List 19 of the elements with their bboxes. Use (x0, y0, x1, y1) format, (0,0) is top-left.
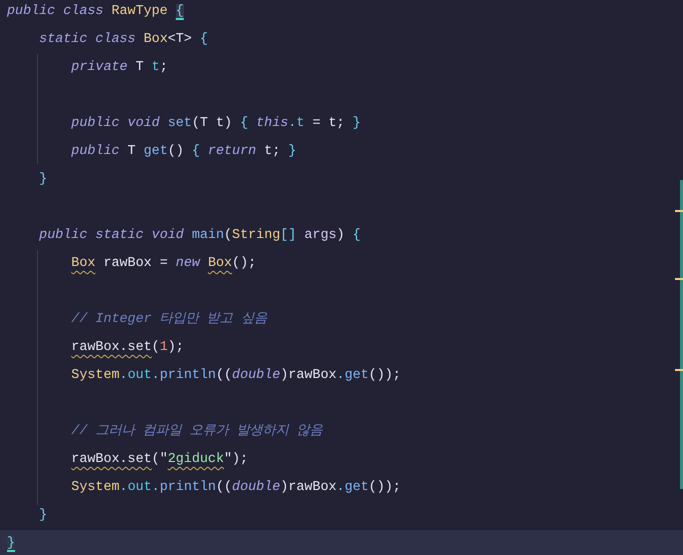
code-line: private T t; (70, 59, 168, 77)
code-line: public T get() { return t; } (70, 143, 296, 161)
code-line: // 그러나 컴파일 오류가 발생하지 않음 (70, 423, 323, 441)
warning-marker (675, 278, 683, 280)
code-line: System.out.println((double)rawBox.get()); (70, 479, 401, 497)
code-line: Box rawBox = new Box(); (70, 255, 256, 273)
code-line: rawBox.set("2giduck"); (70, 451, 248, 469)
code-line: } (38, 507, 48, 525)
warning-marker (675, 210, 683, 212)
code-line: public static void main(String[] args) { (38, 227, 361, 245)
code-line: System.out.println((double)rawBox.get()); (70, 367, 401, 385)
code-line: rawBox.set(1); (70, 339, 184, 357)
code-line: // Integer 타입만 받고 싶음 (70, 311, 267, 329)
code-line: } (38, 171, 48, 189)
code-line: public void set(T t) { this.t = t; } (70, 115, 361, 133)
warning-marker (675, 369, 683, 371)
scrollbar[interactable] (680, 180, 683, 489)
code-line: static class Box<T> { (38, 31, 208, 49)
code-line: public class RawType { (7, 3, 184, 21)
